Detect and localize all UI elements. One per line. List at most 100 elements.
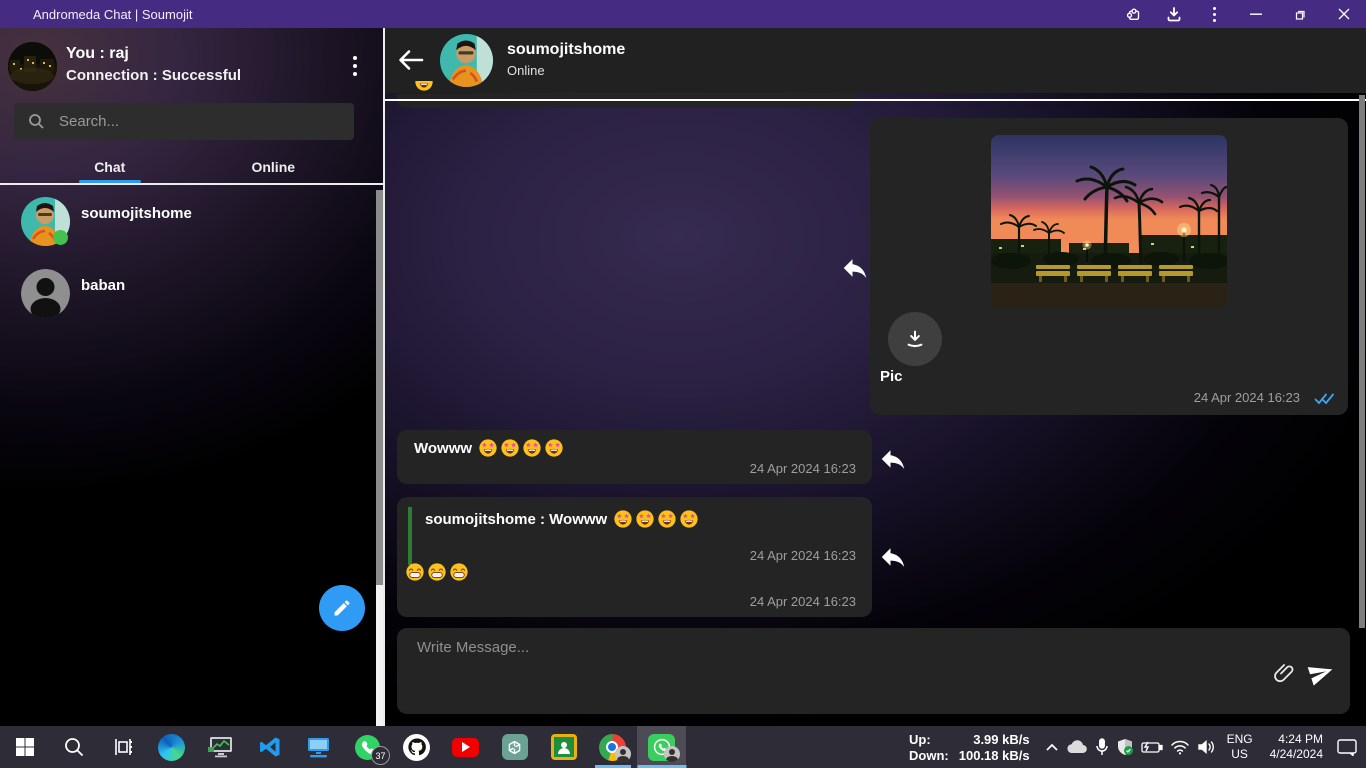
tab-chat-label: Chat — [94, 159, 125, 175]
pencil-icon — [332, 598, 352, 618]
task-view-icon[interactable] — [98, 726, 147, 768]
chat-header-avatar — [440, 34, 493, 87]
remote-desktop-icon[interactable] — [294, 726, 343, 768]
profile-badge — [664, 746, 680, 762]
app-window: You : raj Connection : Successful Chat O… — [0, 28, 1366, 726]
chat-scrollbar-thumb[interactable] — [1359, 95, 1365, 628]
vscode-icon[interactable] — [245, 726, 294, 768]
download-label: Down: — [909, 748, 949, 763]
hidden-icons-chevron[interactable] — [1045, 742, 1059, 752]
profile-badge — [615, 746, 631, 762]
microphone-icon[interactable] — [1095, 738, 1109, 756]
sent-photo[interactable] — [991, 135, 1227, 308]
taskbar-search-icon[interactable] — [49, 726, 98, 768]
chat-list-item-soumojitshome[interactable]: soumojitshome — [0, 187, 376, 259]
upload-label: Up: — [909, 732, 949, 747]
emoji-star-struck — [501, 439, 519, 457]
quoted-timestamp: 24 Apr 2024 16:23 — [750, 548, 856, 563]
message-emojis — [406, 563, 468, 581]
message-timestamp: 24 Apr 2024 16:23 — [750, 594, 856, 609]
battery-icon[interactable] — [1141, 740, 1163, 754]
titlebar: Andromeda Chat | Soumojit — [0, 0, 1366, 28]
image-message-bubble: Pic 24 Apr 2024 16:23 — [870, 118, 1348, 415]
attach-file-icon[interactable] — [1272, 661, 1296, 685]
chat-contact-name: soumojitshome — [507, 41, 625, 59]
emoji-star-struck — [415, 81, 433, 91]
emoji-star-struck — [614, 510, 632, 528]
start-button[interactable] — [0, 726, 49, 768]
edge-icon[interactable] — [147, 726, 196, 768]
chat-list: soumojitshome baban — [0, 187, 376, 331]
andromeda-chat-app-icon[interactable] — [637, 726, 686, 768]
upload-value: 3.99 kB/s — [959, 732, 1030, 747]
chat-pane: soumojitshome Online — [385, 28, 1366, 726]
window-title: Andromeda Chat | Soumojit — [33, 7, 192, 22]
back-button[interactable] — [397, 47, 427, 75]
message-timestamp: 24 Apr 2024 16:23 — [1194, 390, 1300, 405]
onedrive-icon[interactable] — [1066, 740, 1088, 754]
user-avatar — [8, 42, 57, 91]
send-icon[interactable] — [1305, 657, 1338, 690]
message-emojis — [479, 439, 563, 457]
reply-message-bubble: soumojitshome : Wowww 24 Apr 2024 16:23 … — [397, 497, 872, 617]
tab-online[interactable]: Online — [192, 150, 356, 183]
search-input[interactable] — [57, 112, 321, 131]
contact-avatar — [21, 269, 70, 318]
wifi-icon[interactable] — [1170, 740, 1190, 755]
language-indicator[interactable]: ENG US — [1227, 732, 1253, 762]
quoted-emojis — [614, 510, 698, 528]
search-box[interactable] — [14, 103, 354, 140]
emoji-star-struck — [523, 439, 541, 457]
read-receipt-icon — [1314, 393, 1334, 405]
sidebar-scrollbar-track[interactable] — [376, 585, 383, 726]
sidebar-scrollbar-thumb[interactable] — [376, 190, 383, 585]
download-icon — [904, 328, 926, 350]
github-icon[interactable] — [392, 726, 441, 768]
chat-contact-status: Online — [507, 63, 545, 78]
download-icon[interactable] — [1154, 0, 1194, 28]
profile-name: You : raj — [66, 45, 129, 63]
quoted-message[interactable]: soumojitshome : Wowww 24 Apr 2024 16:23 — [408, 507, 858, 565]
emoji-star-struck — [658, 510, 676, 528]
partial-emoji — [415, 81, 435, 94]
titlebar-menu-icon[interactable] — [1194, 0, 1234, 28]
emoji-beaming — [428, 563, 446, 581]
tab-chat[interactable]: Chat — [28, 150, 192, 183]
minimize-button[interactable] — [1234, 0, 1278, 28]
taskbar-clock[interactable]: 4:24 PM 4/24/2024 — [1270, 732, 1323, 762]
download-image-button[interactable] — [888, 312, 942, 366]
classroom-icon[interactable] — [539, 726, 588, 768]
emoji-star-struck — [545, 439, 563, 457]
volume-icon[interactable] — [1197, 739, 1216, 755]
chat-list-item-baban[interactable]: baban — [0, 259, 376, 331]
sidebar-menu-icon[interactable] — [349, 52, 361, 80]
message-composer — [397, 628, 1350, 714]
action-center-icon[interactable] — [1336, 738, 1358, 756]
emoji-star-struck — [680, 510, 698, 528]
youtube-icon[interactable] — [441, 726, 490, 768]
taskbar: 37 Up: 3.99 kB/s Down: 100.18 kB/s — [0, 726, 1366, 768]
reply-icon[interactable] — [878, 444, 908, 474]
new-chat-button[interactable] — [319, 585, 365, 631]
restore-button[interactable] — [1278, 0, 1322, 28]
message-text: Wowww — [414, 440, 472, 457]
chrome-icon[interactable] — [588, 726, 637, 768]
emoji-star-struck — [636, 510, 654, 528]
header-divider — [385, 99, 1366, 101]
whatsapp-icon[interactable]: 37 — [343, 726, 392, 768]
task-manager-icon[interactable] — [196, 726, 245, 768]
reply-icon[interactable] — [878, 542, 908, 572]
message-input[interactable] — [415, 638, 1019, 657]
image-caption: Pic — [880, 368, 903, 385]
chatgpt-icon[interactable] — [490, 726, 539, 768]
connection-status: Connection : Successful — [66, 67, 241, 84]
reply-icon[interactable] — [840, 253, 870, 283]
message-timestamp: 24 Apr 2024 16:23 — [750, 461, 856, 476]
close-button[interactable] — [1322, 0, 1366, 28]
tab-bar: Chat Online — [0, 150, 383, 185]
security-shield-icon[interactable] — [1116, 738, 1134, 756]
sidebar: You : raj Connection : Successful Chat O… — [0, 28, 385, 726]
emoji-beaming — [406, 563, 424, 581]
extensions-icon[interactable] — [1114, 0, 1154, 28]
whatsapp-badge: 37 — [371, 746, 390, 765]
